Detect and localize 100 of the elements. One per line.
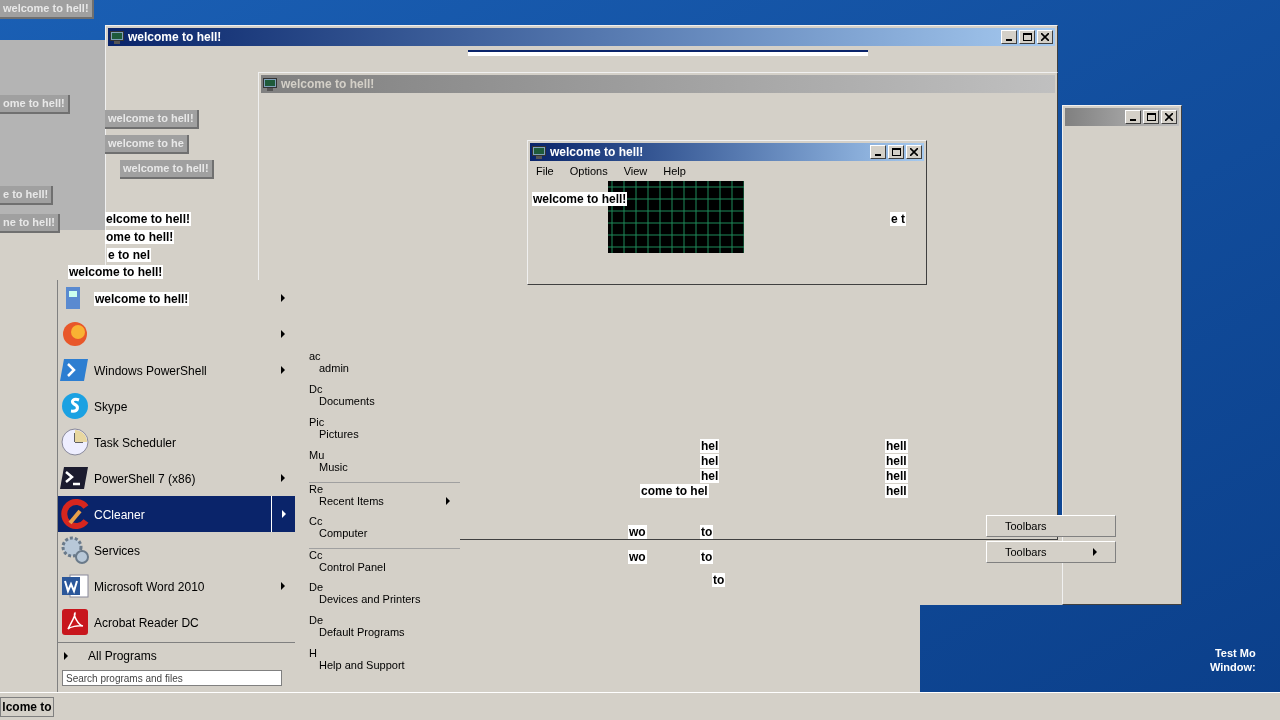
text-fragment: wo <box>628 525 647 539</box>
window-title: welcome to hell! <box>550 144 644 161</box>
program-item[interactable]: PowerShell 7 (x86) <box>58 460 295 496</box>
ghost-label: welcome to he <box>105 135 189 154</box>
text-fragment: hel <box>700 469 720 483</box>
ghost-label: De <box>309 581 324 593</box>
menu-item[interactable]: Toolbars <box>986 541 1116 563</box>
monitor-icon <box>532 145 546 159</box>
text-fragment: ome to hell! <box>105 230 175 244</box>
text-fragment: to <box>700 525 714 539</box>
place-item[interactable]: Help and Support <box>309 659 460 671</box>
submenu-arrow-icon <box>281 582 285 590</box>
text-fragment: hell <box>885 454 908 468</box>
place-item[interactable]: Devices and Printers <box>309 593 460 605</box>
submenu-arrow-icon <box>446 497 450 505</box>
menu-item[interactable]: View <box>617 162 654 180</box>
program-item[interactable]: Microsoft Word 2010 <box>58 568 295 604</box>
search-field[interactable]: Search programs and files <box>62 670 282 686</box>
text-fragment: hell <box>885 469 908 483</box>
ccleaner-icon <box>60 499 90 529</box>
skype-icon <box>60 391 90 421</box>
ghost-label: ne to hell! <box>0 214 60 233</box>
monitor-icon <box>110 30 124 44</box>
text-fragment: to <box>712 573 726 587</box>
place-item[interactable]: Default Programs <box>309 626 460 638</box>
close-icon <box>1041 33 1049 41</box>
minimize-button[interactable] <box>1125 110 1141 124</box>
program-item[interactable]: Services <box>58 532 295 568</box>
ghost-label: Dc <box>309 383 323 395</box>
ghost-label: Cc <box>309 549 323 561</box>
test-mode-text: Window: <box>1210 660 1256 674</box>
close-button[interactable] <box>1037 30 1053 44</box>
submenu-arrow-icon <box>1093 548 1097 556</box>
clock-icon <box>60 427 90 457</box>
close-button[interactable] <box>906 145 922 159</box>
fox-icon <box>60 319 90 349</box>
menu-item[interactable]: File <box>530 162 560 180</box>
ghost-label: e to hell! <box>0 186 54 205</box>
program-item[interactable]: welcome to hell! <box>58 280 295 316</box>
place-item[interactable]: Music <box>309 461 460 473</box>
program-item[interactable]: Windows PowerShell <box>58 352 295 388</box>
text-fragment: hel <box>700 439 720 453</box>
ghost-label: Mu <box>309 449 325 461</box>
place-item[interactable]: Documents <box>309 395 460 407</box>
text-fragment: come to hel <box>640 484 709 498</box>
ghost-label: ac <box>309 350 321 362</box>
ghost-label: De <box>309 614 324 626</box>
word-icon <box>60 571 90 601</box>
menu-item[interactable]: Toolbars <box>986 515 1116 537</box>
ghost-label: welcome to hell! <box>120 160 214 179</box>
program-item[interactable]: Acrobat Reader DC <box>58 604 295 640</box>
ghost-label: Pic <box>309 416 325 428</box>
ghost-label: Re <box>309 483 324 495</box>
close-icon <box>1165 113 1173 121</box>
text-fragment: wo <box>628 550 647 564</box>
maximize-button[interactable] <box>888 145 904 159</box>
window-title: welcome to hell! <box>281 76 375 93</box>
gears-icon <box>60 535 90 565</box>
place-item[interactable]: Control Panel <box>309 561 460 573</box>
submenu-arrow-icon <box>281 474 285 482</box>
maximize-button[interactable] <box>1019 30 1035 44</box>
ghost-label: H <box>309 647 317 659</box>
close-button[interactable] <box>1161 110 1177 124</box>
ghost-label: ome to hell! <box>0 95 70 114</box>
submenu-arrow-icon <box>281 294 285 302</box>
close-icon <box>910 148 918 156</box>
text-fragment: hell <box>885 439 908 453</box>
taskbar-button[interactable]: lcome to <box>0 697 54 717</box>
submenu-arrow-icon <box>64 651 68 660</box>
ghost-label: welcome to hell! <box>0 0 94 19</box>
text-fragment: to <box>700 550 714 564</box>
submenu-arrow-icon <box>281 510 286 518</box>
text-fragment: welcome to hell! <box>68 265 164 279</box>
place-item[interactable]: admin <box>309 362 460 374</box>
ghost-label: Cc <box>309 515 323 527</box>
submenu-arrow-icon <box>281 366 285 374</box>
maximize-button[interactable] <box>1143 110 1159 124</box>
program-item[interactable]: CCleaner <box>58 496 295 532</box>
acrobat-icon <box>60 607 90 637</box>
all-programs-link[interactable]: All Programs <box>88 646 157 665</box>
program-item[interactable]: Skype <box>58 388 295 424</box>
minimize-button[interactable] <box>870 145 886 159</box>
text-fragment: welcome to hell! <box>532 192 628 206</box>
place-item[interactable]: Recent Items <box>309 495 460 507</box>
program-item[interactable]: Task Scheduler <box>58 424 295 460</box>
text-fragment: hel <box>700 454 720 468</box>
text-fragment: elcome to hell! <box>105 212 192 226</box>
minimize-button[interactable] <box>1001 30 1017 44</box>
test-mode-text: Test Mo <box>1214 646 1256 660</box>
menu-item[interactable]: Help <box>657 162 692 180</box>
monitor-icon <box>263 77 277 91</box>
menu-item[interactable]: Options <box>563 162 614 180</box>
text-fragment: e to nel <box>107 248 151 262</box>
text-fragment: e t <box>890 212 906 226</box>
window-title: welcome to hell! <box>128 29 222 46</box>
place-item[interactable]: Computer <box>309 527 460 539</box>
text-fragment: hell <box>885 484 908 498</box>
ghost-label: welcome to hell! <box>105 110 199 129</box>
submenu-arrow-icon <box>281 330 285 338</box>
place-item[interactable]: Pictures <box>309 428 460 440</box>
